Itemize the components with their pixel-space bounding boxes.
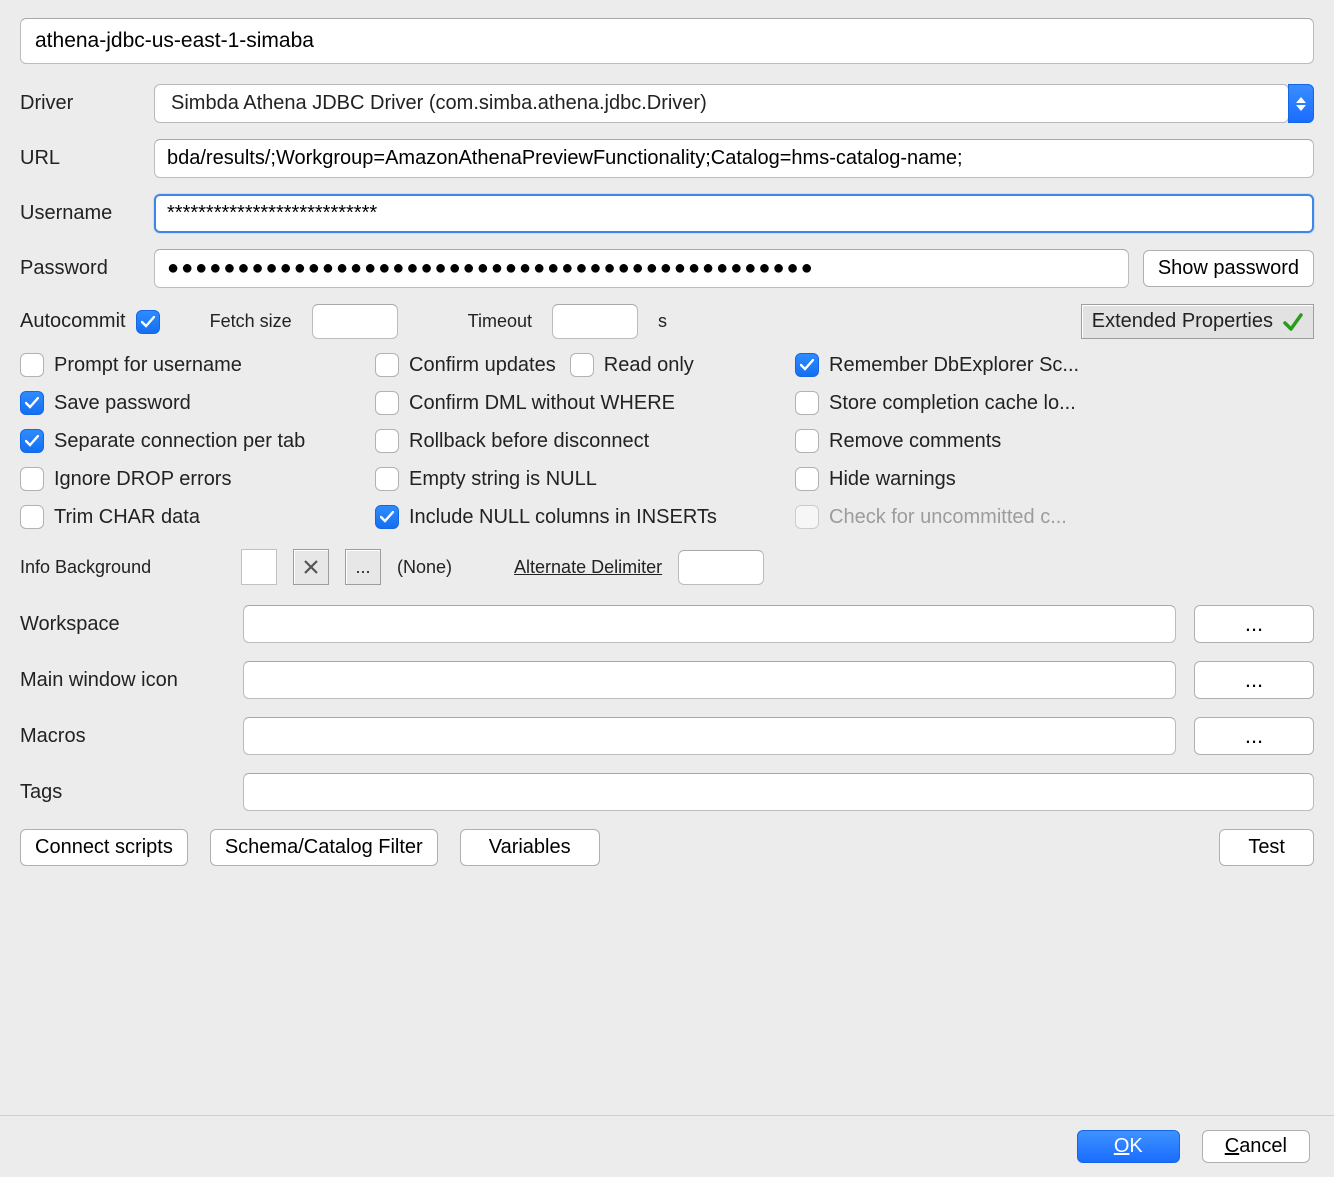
timeout-input[interactable] <box>552 304 638 339</box>
tags-label: Tags <box>20 781 225 804</box>
autocommit-label: Autocommit <box>20 310 126 333</box>
macros-input[interactable] <box>243 717 1176 755</box>
password-label: Password <box>20 257 140 280</box>
remove-comments-checkbox[interactable]: Remove comments <box>795 429 1314 453</box>
remember-dbexplorer-checkbox[interactable]: Remember DbExplorer Sc... <box>795 353 1314 377</box>
prompt-username-checkbox[interactable]: Prompt for username <box>20 353 375 377</box>
workspace-browse-button[interactable]: ... <box>1194 605 1314 643</box>
main-window-icon-input[interactable] <box>243 661 1176 699</box>
trim-char-checkbox[interactable]: Trim CHAR data <box>20 505 375 529</box>
info-background-label: Info Background <box>20 557 225 578</box>
ignore-drop-checkbox[interactable]: Ignore DROP errors <box>20 467 375 491</box>
password-input[interactable] <box>154 249 1129 288</box>
timeout-label: Timeout <box>468 311 532 332</box>
save-password-checkbox[interactable]: Save password <box>20 391 375 415</box>
workspace-input[interactable] <box>243 605 1176 643</box>
username-input[interactable] <box>154 194 1314 233</box>
info-bg-browse-button[interactable]: ... <box>345 549 381 585</box>
driver-label: Driver <box>20 92 140 115</box>
rollback-checkbox[interactable]: Rollback before disconnect <box>375 429 795 453</box>
x-icon <box>303 559 319 575</box>
check-uncommitted-checkbox: Check for uncommitted c... <box>795 505 1314 529</box>
autocommit-checkbox[interactable]: Autocommit <box>20 310 160 334</box>
cancel-button[interactable]: Cancel <box>1202 1130 1310 1163</box>
store-cache-checkbox[interactable]: Store completion cache lo... <box>795 391 1314 415</box>
hide-warnings-checkbox[interactable]: Hide warnings <box>795 467 1314 491</box>
profile-name-input[interactable] <box>20 18 1314 64</box>
empty-null-checkbox[interactable]: Empty string is NULL <box>375 467 795 491</box>
separate-conn-checkbox[interactable]: Separate connection per tab <box>20 429 375 453</box>
alternate-delimiter-input[interactable] <box>678 550 764 585</box>
url-input[interactable] <box>154 139 1314 178</box>
dropdown-arrows-icon <box>1288 84 1314 123</box>
show-password-button[interactable]: Show password <box>1143 250 1314 287</box>
alternate-delimiter-link[interactable]: Alternate Delimiter <box>514 557 662 578</box>
main-window-icon-browse-button[interactable]: ... <box>1194 661 1314 699</box>
url-label: URL <box>20 147 140 170</box>
schema-filter-button[interactable]: Schema/Catalog Filter <box>210 829 438 866</box>
driver-select-value: Simbda Athena JDBC Driver (com.simba.ath… <box>154 84 1289 123</box>
info-bg-color-swatch[interactable] <box>241 549 277 585</box>
info-bg-none-label: (None) <box>397 557 452 578</box>
timeout-unit-label: s <box>658 311 667 332</box>
read-only-checkbox[interactable]: Read only <box>570 353 694 377</box>
macros-browse-button[interactable]: ... <box>1194 717 1314 755</box>
include-null-checkbox[interactable]: Include NULL columns in INSERTs <box>375 505 795 529</box>
main-window-icon-label: Main window icon <box>20 669 225 692</box>
test-button[interactable]: Test <box>1219 829 1314 866</box>
tags-input[interactable] <box>243 773 1314 811</box>
macros-label: Macros <box>20 725 225 748</box>
fetchsize-input[interactable] <box>312 304 398 339</box>
username-label: Username <box>20 202 140 225</box>
workspace-label: Workspace <box>20 613 225 636</box>
ok-button[interactable]: OK <box>1077 1130 1180 1163</box>
fetchsize-label: Fetch size <box>210 311 292 332</box>
variables-button[interactable]: Variables <box>460 829 600 866</box>
driver-select[interactable]: Simbda Athena JDBC Driver (com.simba.ath… <box>154 84 1314 123</box>
info-bg-clear-button[interactable] <box>293 549 329 585</box>
checkmark-icon <box>1283 313 1303 331</box>
extended-properties-button[interactable]: Extended Properties <box>1081 304 1314 339</box>
confirm-updates-checkbox[interactable]: Confirm updates <box>375 353 556 377</box>
checkbox-checked-icon <box>136 310 160 334</box>
confirm-dml-checkbox[interactable]: Confirm DML without WHERE <box>375 391 795 415</box>
connect-scripts-button[interactable]: Connect scripts <box>20 829 188 866</box>
